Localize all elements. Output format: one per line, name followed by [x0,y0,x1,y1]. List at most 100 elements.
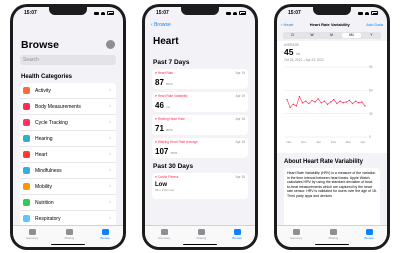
heart-icon [28,229,36,235]
metric-value: 87 BPM [155,78,173,87]
x-tick-label: Nov [286,140,292,144]
category-item-hearing[interactable]: Hearing › [20,131,116,147]
search-input[interactable]: Search [20,55,116,65]
people-icon [197,229,205,235]
hrv-point [292,103,294,106]
category-label: Mindfulness [35,167,62,174]
tab-summary[interactable]: Summary [158,229,170,240]
battery-icon [107,11,114,15]
hrv-series-line [286,95,366,108]
mindfulness-icon [23,167,30,174]
hrv-point [289,106,291,109]
hrv-point [305,100,307,102]
tab-label: Summary [290,236,303,240]
category-item-activity[interactable]: Activity › [20,83,116,99]
tab-summary[interactable]: Summary [290,229,302,240]
flame-icon [23,87,30,94]
period-heading: Past 30 Days [153,163,194,170]
back-button[interactable]: ‹ Browse [151,22,171,28]
wifi-icon [365,11,369,15]
segment-day[interactable]: D [283,32,302,39]
back-button[interactable]: ‹ Heart [281,22,293,27]
tab-sharing[interactable]: Sharing [328,229,338,240]
y-tick-label: 30 [369,112,373,116]
figure-icon [23,103,30,110]
hrv-detail-screen: 15:07 ‹ Heart Heart Rate Variability Add… [277,7,387,247]
chevron-right-icon: › [109,167,111,174]
x-tick-label: Apr [361,140,366,144]
chevron-right-icon: › [109,199,111,206]
tab-sharing[interactable]: Sharing [64,229,74,240]
chevron-right-icon: › [109,103,111,110]
hrv-point [311,99,313,102]
hrv-point [333,98,335,101]
apple-icon [23,199,30,206]
category-item-cycle-tracking[interactable]: Cycle Tracking › [20,115,116,131]
heart-icon [292,229,300,235]
back-label: Browse [154,22,171,28]
metric-card-walking-heart-rate[interactable]: ♥ Walking Heart Rate Average Apr 18 107 B… [152,138,248,158]
phone-hrv-detail: 15:07 ‹ Heart Heart Rate Variability Add… [274,4,390,250]
battery-icon [239,11,246,15]
metric-card-resting-heart-rate[interactable]: ♥ Resting Heart Rate Apr 18 71 BPM [152,115,248,135]
about-heading: About Heart Rate Variability [284,159,364,165]
about-text: Heart Rate Variability (HRV) is a measur… [284,168,380,228]
hrv-point [361,101,363,103]
cycle-icon [23,119,30,126]
hrv-point [298,95,301,98]
hrv-point [286,98,288,101]
hrv-point [295,105,298,107]
hrv-point [339,100,341,102]
metric-subvalue: 36.1 VO2 max [155,188,175,192]
section-heading: Health Categories [21,74,73,80]
add-data-button[interactable]: Add Data [366,22,383,27]
category-item-nutrition[interactable]: Nutrition › [20,195,116,211]
segment-6-months[interactable]: 6M [341,32,362,39]
hrv-point [301,102,304,104]
category-list: Activity › Body Measurements › Cycle Track… [20,83,116,227]
heart-icon [160,229,168,235]
signal-icon [94,11,99,15]
metric-name: ♥ Heart Rate [155,71,174,75]
chevron-right-icon: › [109,215,111,222]
browse-screen: 15:07 Browse Search Health Categories Ac… [13,7,123,247]
metric-date: Apr 18 [235,117,245,121]
metric-name: ♥ Heart Rate Variability [155,94,188,98]
metric-name: ♥ Resting Heart Rate [155,117,185,121]
metric-card-cardio-fitness[interactable]: ♥ Cardio Fitness Apr 18 Low 36.1 VO2 max [152,173,248,199]
segment-week[interactable]: W [302,32,321,39]
hrv-point [314,101,316,103]
hrv-line-chart[interactable]: 0 30 60 90 Nov Dec Jan Feb Mar Apr [283,63,381,149]
category-item-mobility[interactable]: Mobility › [20,179,116,195]
grid-icon [365,229,373,235]
category-item-mindfulness[interactable]: Mindfulness › [20,163,116,179]
tab-sharing[interactable]: Sharing [196,229,206,240]
metric-value: 71 BPM [155,124,173,133]
tab-browse[interactable]: Browse [364,229,374,240]
hrv-point [336,102,338,105]
hrv-point [348,99,351,102]
date-range: Oct 24, 2021 – Apr 23, 2022 [284,58,324,62]
tab-summary[interactable]: Summary [26,229,38,240]
hrv-point [354,100,357,102]
page-title: Heart [153,36,179,47]
metric-card-heart-rate[interactable]: ♥ Heart Rate Apr 19 87 BPM [152,69,248,89]
metric-card-hrv[interactable]: ♥ Heart Rate Variability Apr 19 46 ms [152,92,248,112]
notch [313,7,351,15]
home-indicator [183,243,217,245]
home-indicator [315,243,349,245]
metric-date: Apr 18 [235,175,245,179]
category-item-heart[interactable]: Heart › [20,147,116,163]
hrv-point [320,102,323,104]
tab-label: Browse [100,236,110,240]
tab-browse[interactable]: Browse [232,229,242,240]
nav-title: Heart Rate Variability [309,22,350,27]
hrv-point [351,102,354,105]
avatar[interactable] [106,40,115,49]
y-tick-label: 60 [369,89,373,93]
category-item-body-measurements[interactable]: Body Measurements › [20,99,116,115]
tab-browse[interactable]: Browse [100,229,110,240]
segment-year[interactable]: Y [362,32,381,39]
wifi-icon [233,11,237,15]
segment-month[interactable]: M [322,32,341,39]
